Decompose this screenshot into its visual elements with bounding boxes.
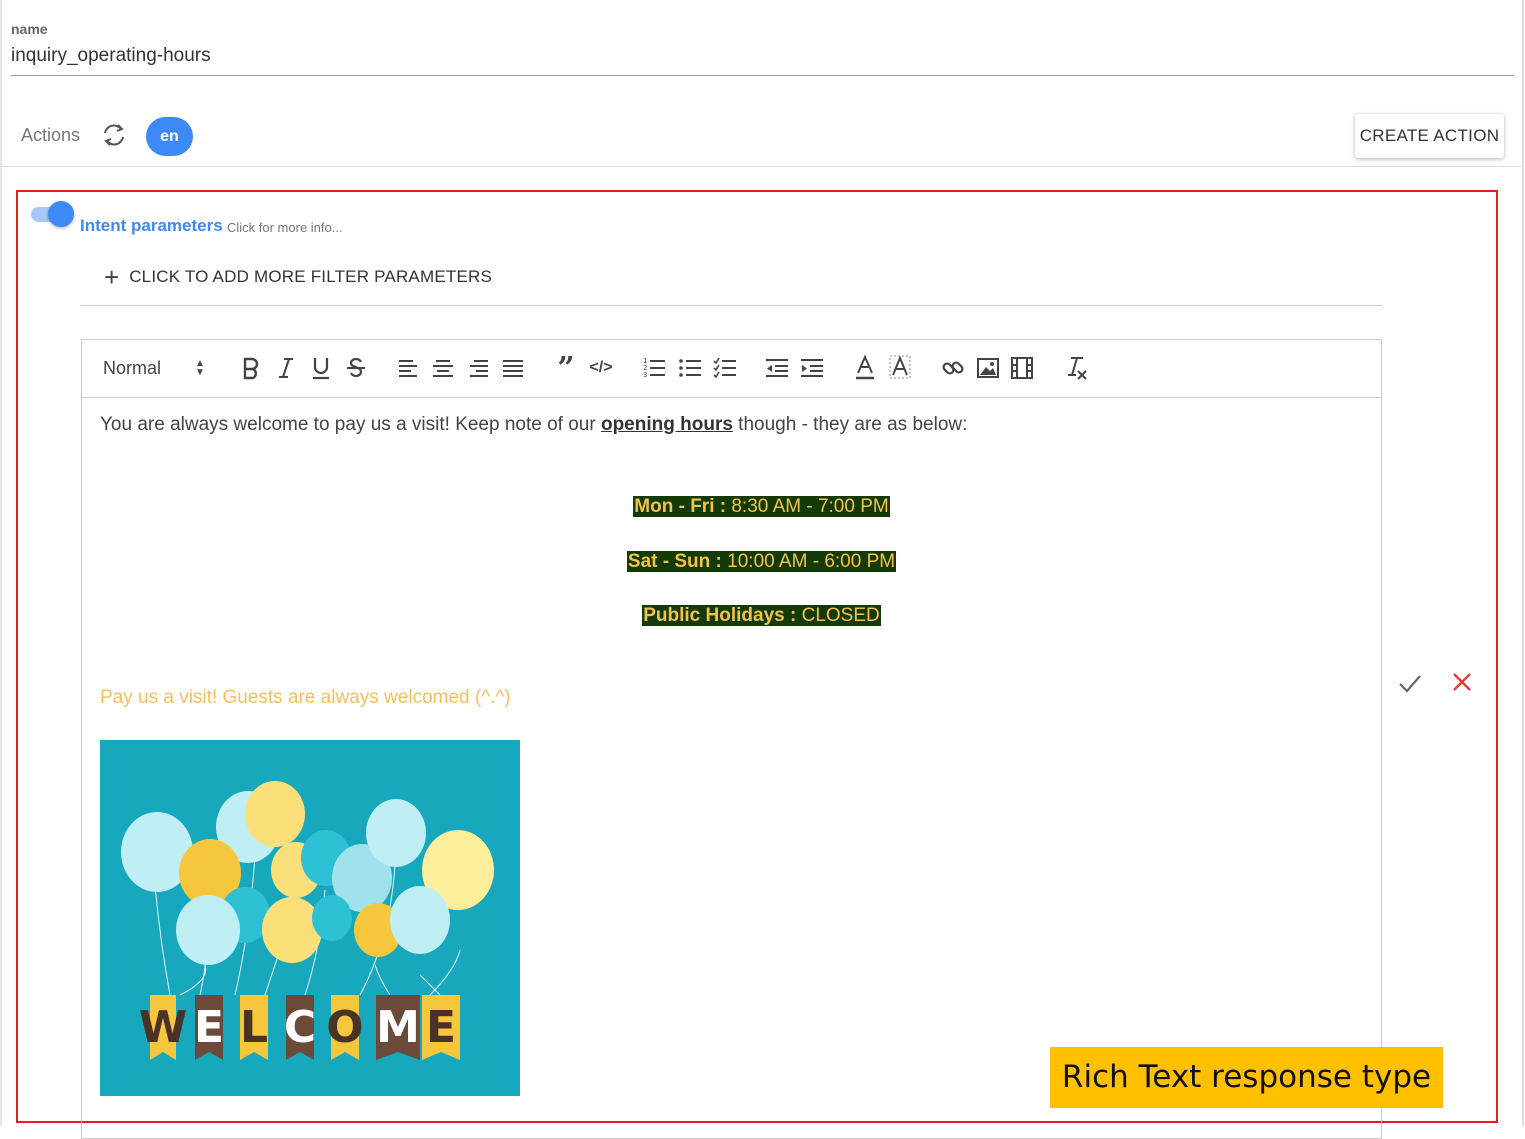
add-filter-label: CLICK TO ADD MORE FILTER PARAMETERS [129,267,492,286]
bullet-list-icon[interactable] [677,354,703,382]
close-icon[interactable] [1450,670,1474,694]
align-justify-icon[interactable] [502,354,524,382]
name-field-underline [11,75,1514,76]
image-letter: O [326,1002,363,1053]
strikethrough-icon[interactable] [344,354,368,382]
hours-value: CLOSED [796,605,880,626]
hours-label: Public Holidays : [643,605,797,626]
hours-value: 8:30 AM - 7:00 PM [726,496,889,517]
text-color-icon[interactable] [853,354,877,382]
image-letter: E [426,1002,456,1053]
image-letter: W [139,1002,188,1053]
right-border [1522,0,1524,1126]
select-arrows-icon: ▲ ▼ [195,358,205,378]
balloons-illustration: W E L C O M E [100,740,520,1096]
hours-row-weekend: Sat - Sun : 10:00 AM - 6:00 PM [81,551,1442,573]
add-filter-button[interactable]: + CLICK TO ADD MORE FILTER PARAMETERS [104,263,492,291]
underline-icon[interactable] [309,354,333,382]
section-divider [0,166,1522,167]
intro-text-bold: opening hours [600,414,733,435]
hours-label: Sat - Sun : [627,551,722,572]
hours-label: Mon - Fri : [634,496,727,517]
plus-icon: + [104,262,120,292]
sync-icon[interactable] [100,121,128,149]
blockquote-icon[interactable]: ” [555,351,577,386]
language-chip[interactable]: en [146,117,193,156]
link-icon[interactable] [941,354,965,382]
video-icon[interactable] [1010,354,1034,382]
indent-icon[interactable] [800,354,824,382]
caption-label: Rich Text response type [1050,1047,1443,1108]
italic-icon[interactable] [275,354,297,382]
image-icon[interactable] [976,354,1000,382]
svg-text:3: 3 [643,371,647,379]
bold-icon[interactable] [240,354,262,382]
outdent-icon[interactable] [765,354,789,382]
name-field[interactable]: inquiry_operating-hours [11,45,211,67]
intro-text-end: though - they are as below: [732,414,968,435]
hours-row-weekdays: Mon - Fri : 8:30 AM - 7:00 PM [81,496,1442,518]
intent-params-title[interactable]: Intent parameters [80,216,223,236]
intent-params-toggle[interactable] [48,201,74,227]
welcome-balloons-image: W E L C O M E [100,740,520,1096]
actions-label: Actions [21,125,81,145]
name-field-label: name [11,21,48,37]
image-letter: E [194,1002,224,1053]
format-select-value: Normal [103,357,162,378]
align-left-icon[interactable] [397,354,419,382]
align-center-icon[interactable] [432,354,454,382]
create-action-button[interactable]: CREATE ACTION [1355,114,1504,158]
checklist-icon[interactable] [712,354,738,382]
clear-format-icon[interactable] [1063,354,1089,382]
code-block-icon[interactable]: </> [588,354,614,382]
image-letter: C [284,1002,316,1053]
intro-paragraph: You are always welcome to pay us a visit… [100,414,967,436]
background-color-icon[interactable] [888,354,912,382]
visit-message: Pay us a visit! Guests are always welcom… [100,687,511,708]
check-icon[interactable] [1397,670,1423,696]
format-select[interactable]: Normal ▲ ▼ [103,354,213,382]
hours-value: 10:00 AM - 6:00 PM [721,551,896,572]
image-letter: M [376,1002,420,1053]
intent-params-hint[interactable]: Click for more info... [227,220,343,235]
image-letter: L [240,1002,268,1053]
intro-text-start: You are always welcome to pay us a visit… [100,414,601,435]
filter-divider [80,305,1382,306]
ordered-list-icon[interactable]: 123 [641,354,667,382]
align-right-icon[interactable] [468,354,490,382]
left-border [0,0,2,1126]
hours-row-holidays: Public Holidays : CLOSED [81,605,1442,627]
